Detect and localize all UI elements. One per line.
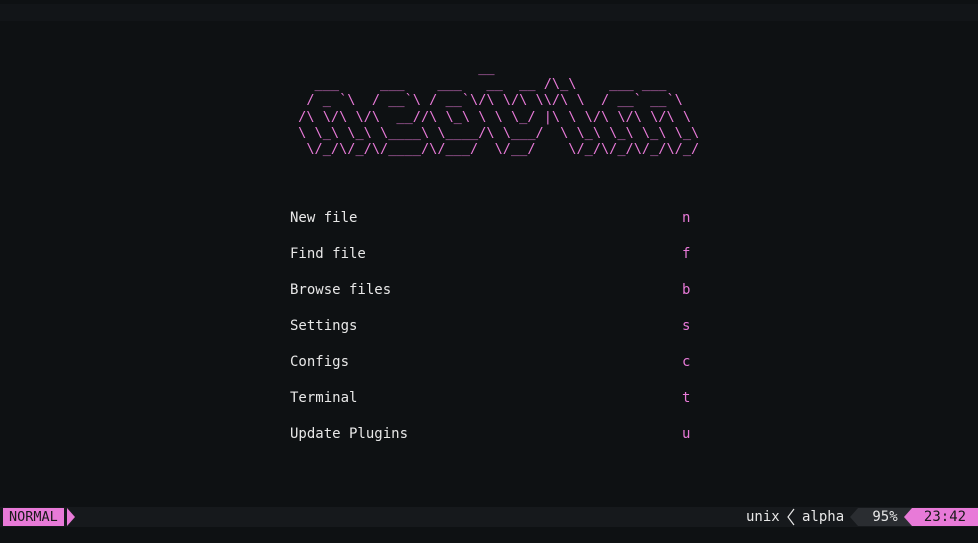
menu-item-label: Find file bbox=[290, 246, 366, 262]
menu-item-label: Update Plugins bbox=[290, 426, 409, 442]
tabline bbox=[0, 4, 978, 21]
menu-item-terminal[interactable]: Terminal t bbox=[290, 380, 700, 416]
menu-item-shortcut: t bbox=[682, 390, 691, 406]
mode-separator-arrow bbox=[67, 508, 75, 526]
menu-item-settings[interactable]: Settings s bbox=[290, 308, 700, 344]
menu-item-shortcut: b bbox=[682, 282, 691, 298]
menu-item-label: New file bbox=[290, 210, 358, 226]
menu-item-shortcut: s bbox=[682, 318, 691, 334]
dashboard-menu: New file n Find file f Browse files b Se… bbox=[290, 200, 700, 452]
menu-item-shortcut: n bbox=[682, 210, 691, 226]
menu-item-shortcut: f bbox=[682, 246, 691, 262]
menu-item-label: Terminal bbox=[290, 390, 358, 406]
neovim-ascii-banner: __ ___ ___ ___ __ __ /\_\ ___ ___ / _ `\… bbox=[298, 60, 700, 158]
menu-item-update-plugins[interactable]: Update Plugins u bbox=[290, 416, 700, 452]
file-type: alpha bbox=[802, 509, 845, 525]
clock: 23:42 bbox=[912, 508, 978, 526]
menu-item-shortcut: c bbox=[682, 354, 691, 370]
menu-item-label: Browse files bbox=[290, 282, 392, 298]
menu-item-configs[interactable]: Configs c bbox=[290, 344, 700, 380]
menu-item-find-file[interactable]: Find file f bbox=[290, 236, 700, 272]
menu-item-label: Configs bbox=[290, 354, 350, 370]
menu-item-shortcut: u bbox=[682, 426, 691, 442]
menu-item-browse-files[interactable]: Browse files b bbox=[290, 272, 700, 308]
menu-item-label: Settings bbox=[290, 318, 358, 334]
clock-separator-arrow bbox=[904, 508, 912, 526]
menu-item-new-file[interactable]: New file n bbox=[290, 200, 700, 236]
percent-separator-arrow bbox=[850, 508, 858, 526]
chevron-left-icon bbox=[787, 508, 795, 526]
statusline: NORMAL unix alpha 95% 23:42 bbox=[0, 507, 978, 527]
mode-indicator: NORMAL bbox=[3, 508, 64, 526]
file-format: unix bbox=[746, 509, 780, 525]
